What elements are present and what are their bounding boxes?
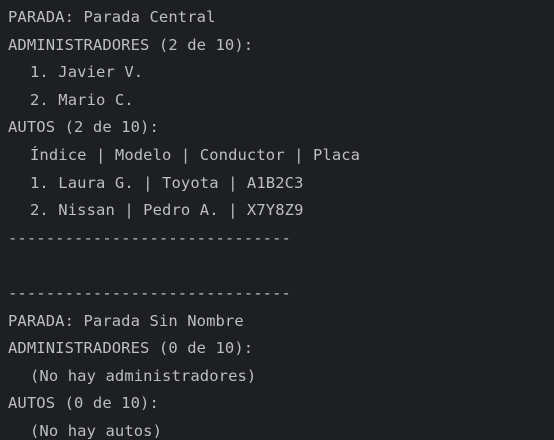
admin-item: 1. Javier V. <box>30 63 144 82</box>
auto-item: 1. Laura G. | Toyota | A1B2C3 <box>30 173 304 192</box>
admins-empty-message: (No hay administradores) <box>30 366 257 385</box>
autos-columns: Índice | Modelo | Conductor | Placa <box>30 145 361 164</box>
separator-line: ------------------------------ <box>8 283 291 302</box>
autos-header: AUTOS (0 de 10): <box>8 394 159 413</box>
console-output: PARADA: Parada Central ADMINISTRADORES (… <box>0 0 554 440</box>
admins-header: ADMINISTRADORES (2 de 10): <box>8 35 254 54</box>
autos-header: AUTOS (2 de 10): <box>8 118 159 137</box>
parada-line: PARADA: Parada Sin Nombre <box>8 311 244 330</box>
admin-item: 2. Mario C. <box>30 90 134 109</box>
autos-empty-message: (No hay autos) <box>30 421 163 440</box>
admins-header: ADMINISTRADORES (0 de 10): <box>8 339 254 358</box>
auto-item: 2. Nissan | Pedro A. | X7Y8Z9 <box>30 201 304 220</box>
separator-line: ------------------------------ <box>8 228 291 247</box>
parada-line: PARADA: Parada Central <box>8 8 216 26</box>
